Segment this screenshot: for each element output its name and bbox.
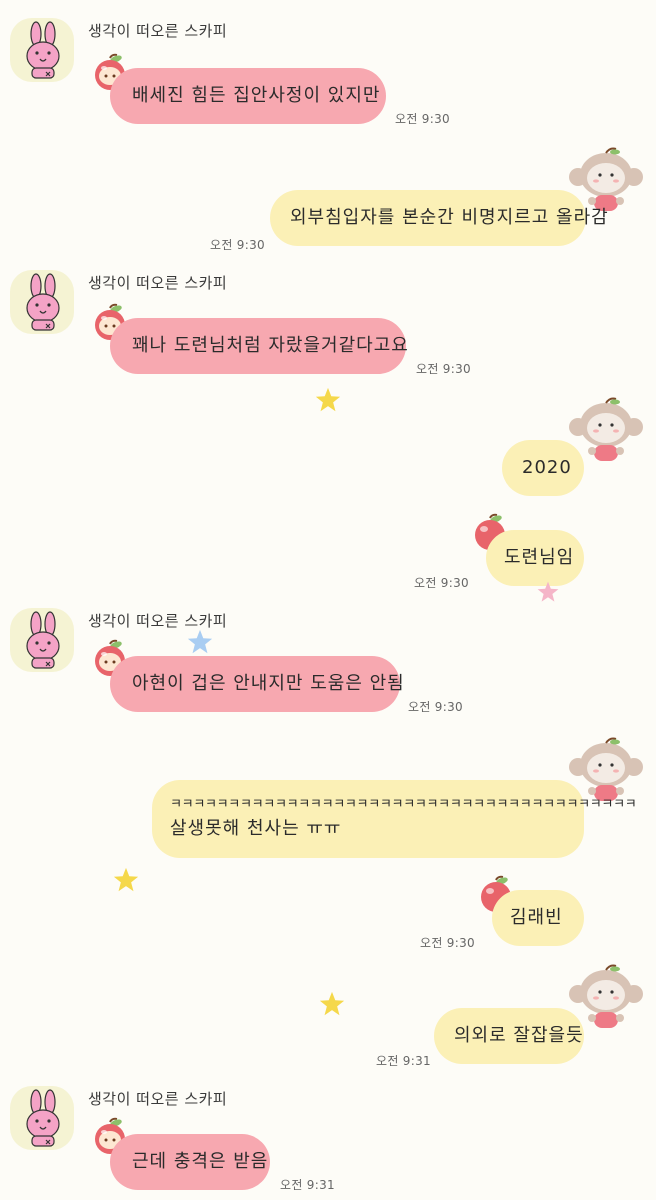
message-text: 꽤나 도련님처럼 자랐을거같다고요 [132, 335, 409, 356]
message-bubble[interactable]: 의외로 잘잡을듯 [434, 1008, 584, 1064]
sender-name: 생각이 떠오른 스카피 [88, 22, 228, 40]
message-text: 살생못해 천사는 ㅠㅠ [170, 818, 342, 839]
avatar[interactable] [10, 18, 74, 82]
message-text: 외부침입자를 본순간 비명지르고 올라감 [290, 207, 609, 228]
message-text: 근데 충격은 받음 [132, 1151, 269, 1172]
message-bubble[interactable]: ㅋㅋㅋㅋㅋㅋㅋㅋㅋㅋㅋㅋㅋㅋㅋㅋㅋㅋㅋㅋㅋㅋㅋㅋㅋㅋㅋㅋㅋㅋㅋㅋㅋㅋㅋㅋㅋㅋㅋㅋ… [152, 780, 637, 858]
pink-rabbit-icon [10, 1086, 74, 1150]
star-icon [314, 386, 342, 414]
pink-rabbit-icon [10, 608, 74, 672]
message-time: 오전 9:30 [395, 112, 450, 126]
message-bubble[interactable]: 도련님임 [486, 530, 584, 586]
message-text: 아현이 겁은 안내지만 도움은 안됨 [132, 673, 405, 694]
sender-name: 생각이 떠오른 스카피 [88, 1090, 228, 1108]
message-bubble[interactable]: 2020 [502, 440, 584, 496]
message-text: 의외로 잘잡을듯 [454, 1025, 584, 1046]
message-bubble[interactable]: 배세진 힘든 집안사정이 있지만 [110, 68, 386, 124]
message-time: 오전 9:30 [420, 936, 475, 950]
message-text: 김래빈 [510, 907, 563, 928]
message-text: 2020 [522, 457, 572, 478]
message-time: 오전 9:31 [376, 1054, 431, 1068]
star-icon [318, 990, 346, 1018]
message-bubble[interactable]: 꽤나 도련님처럼 자랐을거같다고요 [110, 318, 409, 374]
message-time: 오전 9:30 [414, 576, 469, 590]
message-text: 도련님임 [504, 547, 575, 568]
sender-name: 생각이 떠오른 스카피 [88, 274, 228, 292]
message-text: 배세진 힘든 집안사정이 있지만 [132, 85, 381, 106]
message-bubble[interactable]: 근데 충격은 받음 [110, 1134, 270, 1190]
message-bubble[interactable]: 아현이 겁은 안내지만 도움은 안됨 [110, 656, 404, 712]
message-time: 오전 9:30 [210, 238, 265, 252]
message-text: ㅋㅋㅋㅋㅋㅋㅋㅋㅋㅋㅋㅋㅋㅋㅋㅋㅋㅋㅋㅋㅋㅋㅋㅋㅋㅋㅋㅋㅋㅋㅋㅋㅋㅋㅋㅋㅋㅋㅋㅋ [170, 797, 637, 812]
avatar[interactable] [10, 608, 74, 672]
message-bubble[interactable]: 외부침입자를 본순간 비명지르고 올라감 [270, 190, 608, 246]
avatar[interactable] [10, 1086, 74, 1150]
message-time: 오전 9:30 [408, 700, 463, 714]
message-time: 오전 9:30 [416, 362, 471, 376]
message-bubble[interactable]: 김래빈 [492, 890, 584, 946]
star-icon [112, 866, 140, 894]
avatar[interactable] [10, 270, 74, 334]
star-icon [536, 580, 560, 604]
star-icon [186, 628, 214, 656]
pink-rabbit-icon [10, 270, 74, 334]
pink-rabbit-icon [10, 18, 74, 82]
message-time: 오전 9:31 [280, 1178, 335, 1192]
